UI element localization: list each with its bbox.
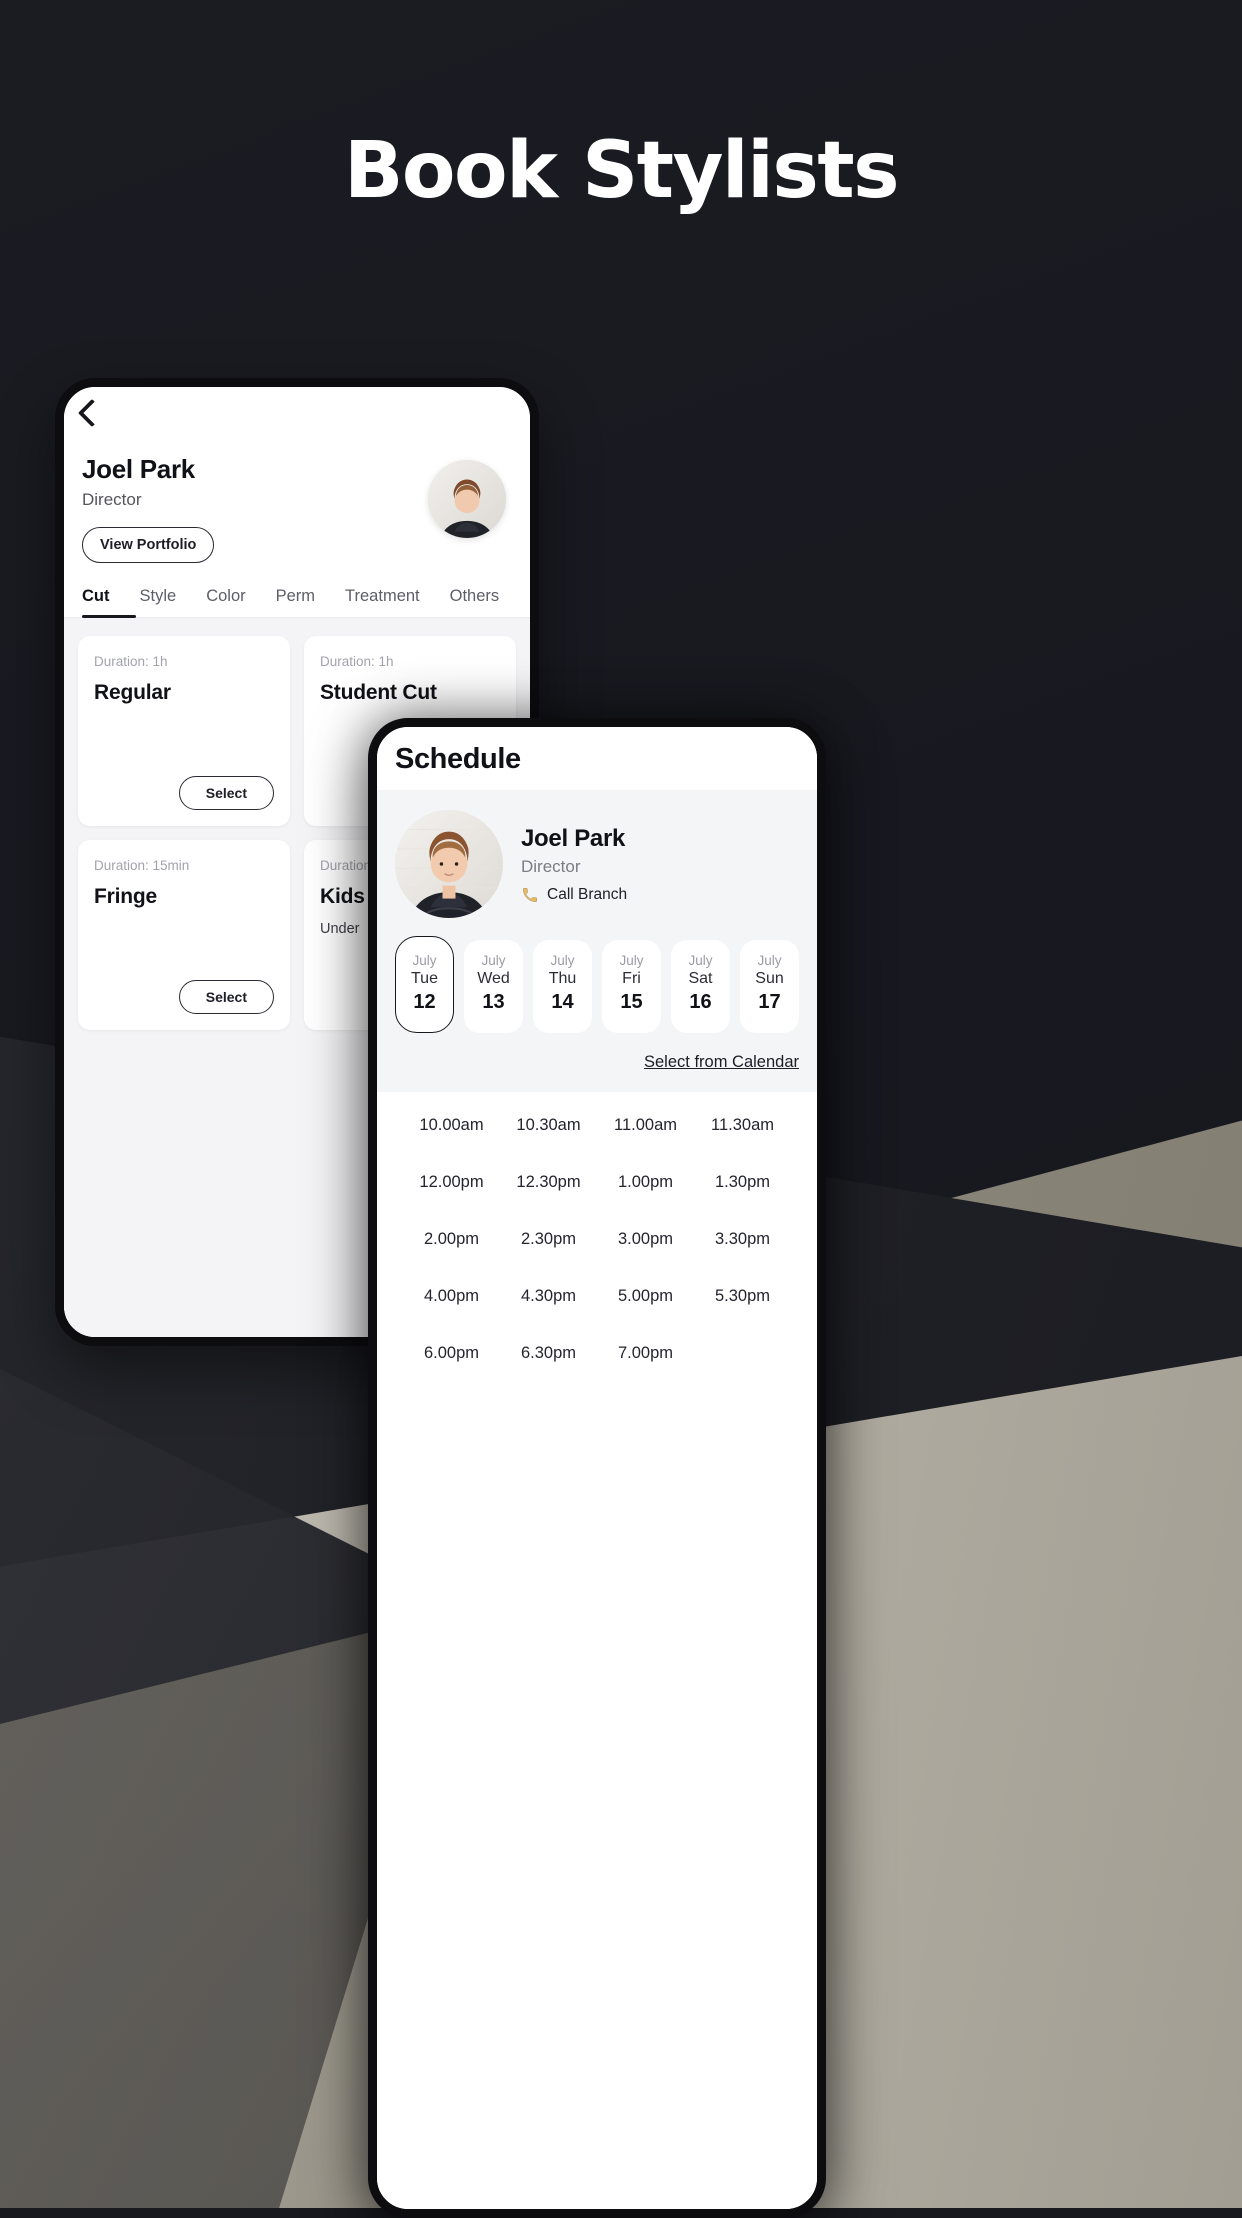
call-branch-label: Call Branch <box>547 885 628 903</box>
date-month: July <box>757 953 782 968</box>
date-chip-14[interactable]: July Thu 14 <box>533 940 592 1033</box>
time-slot[interactable]: 1.30pm <box>696 1173 789 1192</box>
chevron-left-icon <box>77 398 107 428</box>
date-weekday: Sat <box>688 970 713 987</box>
date-number: 17 <box>758 991 781 1013</box>
date-number: 12 <box>413 991 436 1013</box>
stylist-name: Joel Park <box>82 454 195 484</box>
time-slot[interactable]: 2.00pm <box>405 1230 498 1249</box>
date-weekday: Thu <box>548 970 577 987</box>
date-chip-16[interactable]: July Sat 16 <box>671 940 730 1033</box>
date-weekday: Tue <box>411 970 438 987</box>
date-weekday: Sun <box>755 970 784 987</box>
stylist-role: Director <box>82 490 142 509</box>
schedule-top-panel: Joel Park Director Call Branch July Tue … <box>377 790 817 1092</box>
date-number: 15 <box>620 991 643 1013</box>
tab-style[interactable]: Style <box>140 587 177 617</box>
date-weekday: Fri <box>622 970 641 987</box>
service-duration: Duration: 1h <box>94 654 168 669</box>
date-month: July <box>481 953 506 968</box>
date-month: July <box>550 953 575 968</box>
date-number: 14 <box>551 991 574 1013</box>
date-weekday: Wed <box>477 970 510 987</box>
time-slot[interactable]: 6.00pm <box>405 1344 498 1363</box>
service-duration: Duration: 15min <box>94 858 190 873</box>
time-slot[interactable]: 5.30pm <box>696 1287 789 1306</box>
date-number: 16 <box>689 991 712 1013</box>
time-slot[interactable]: 12.00pm <box>405 1173 498 1192</box>
time-slot[interactable]: 6.30pm <box>502 1344 595 1363</box>
time-slot[interactable]: 7.00pm <box>599 1344 692 1363</box>
time-slot[interactable]: 5.00pm <box>599 1287 692 1306</box>
time-slot[interactable]: 3.00pm <box>599 1230 692 1249</box>
tab-color[interactable]: Color <box>206 587 245 617</box>
service-category-tabs: Cut Style Color Perm Treatment Others <box>64 587 530 618</box>
hero-section: Book Stylists <box>0 132 1242 210</box>
time-slot[interactable]: 3.30pm <box>696 1230 789 1249</box>
date-chip-15[interactable]: July Fri 15 <box>602 940 661 1033</box>
time-slot[interactable]: 11.30am <box>696 1116 789 1135</box>
schedule-stylist-row: Joel Park Director Call Branch <box>395 810 799 918</box>
phone-icon <box>521 886 539 904</box>
date-chip-12[interactable]: July Tue 12 <box>395 936 454 1033</box>
schedule-stylist-info: Joel Park Director Call Branch <box>521 825 627 904</box>
stylist-info: Joel Park Director View Portfolio <box>82 454 215 563</box>
stylist-name: Joel Park <box>521 824 626 852</box>
schedule-screen: Schedule Joel Park Director Call Branch … <box>377 727 817 2209</box>
date-selector: July Tue 12 July Wed 13 July Thu 14 July… <box>395 936 799 1033</box>
time-slot[interactable]: 2.30pm <box>502 1230 595 1249</box>
service-name: Regular <box>94 681 171 704</box>
service-name: Student Cut <box>320 681 437 704</box>
time-slot[interactable]: 11.00am <box>599 1116 692 1135</box>
page-title: Book Stylists <box>343 126 900 216</box>
call-branch-button[interactable]: Call Branch <box>521 886 627 904</box>
date-month: July <box>412 953 437 968</box>
stylist-profile-header: Joel Park Director View Portfolio <box>64 432 530 563</box>
time-slot[interactable]: 10.30am <box>502 1116 595 1135</box>
phone-mockup-schedule: Schedule Joel Park Director Call Branch … <box>368 718 826 2218</box>
view-portfolio-button[interactable]: View Portfolio <box>82 527 215 563</box>
time-slot[interactable]: 10.00am <box>405 1116 498 1135</box>
time-slot[interactable]: 4.30pm <box>502 1287 595 1306</box>
service-card-regular[interactable]: Duration: 1h Regular Select <box>78 636 290 826</box>
time-slot[interactable]: 1.00pm <box>599 1173 692 1192</box>
time-slot[interactable]: 4.00pm <box>405 1287 498 1306</box>
select-from-calendar-link[interactable]: Select from Calendar <box>395 1053 799 1072</box>
back-button[interactable] <box>64 387 530 432</box>
tab-treatment[interactable]: Treatment <box>345 587 420 617</box>
tab-cut[interactable]: Cut <box>82 587 110 617</box>
date-number: 13 <box>482 991 505 1013</box>
date-month: July <box>688 953 713 968</box>
tab-perm[interactable]: Perm <box>276 587 315 617</box>
time-slot-grid: 10.00am 10.30am 11.00am 11.30am 12.00pm … <box>377 1092 817 1363</box>
select-button[interactable]: Select <box>178 980 274 1014</box>
stylist-avatar <box>428 460 506 538</box>
service-name: Fringe <box>94 885 157 908</box>
schedule-title: Schedule <box>395 743 521 775</box>
service-card-fringe[interactable]: Duration: 15min Fringe Select <box>78 840 290 1030</box>
time-slot[interactable]: 12.30pm <box>502 1173 595 1192</box>
tab-others[interactable]: Others <box>450 587 500 617</box>
date-month: July <box>619 953 644 968</box>
select-button[interactable]: Select <box>178 776 274 810</box>
stylist-role: Director <box>521 856 581 876</box>
date-chip-17[interactable]: July Sun 17 <box>740 940 799 1033</box>
service-duration: Duration: 1h <box>320 654 394 669</box>
stylist-avatar <box>395 810 503 918</box>
date-chip-13[interactable]: July Wed 13 <box>464 940 523 1033</box>
